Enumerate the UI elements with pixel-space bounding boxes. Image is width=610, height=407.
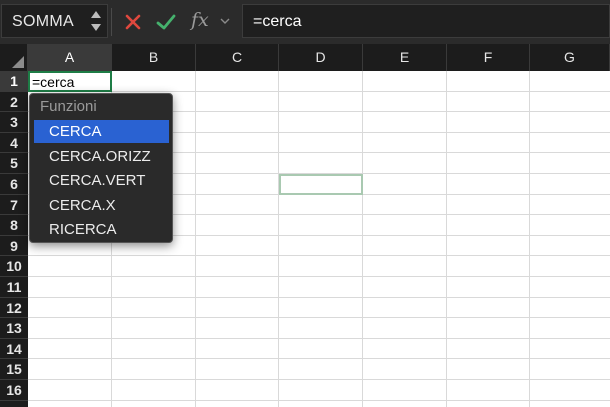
function-icon[interactable]: fx: [191, 9, 209, 31]
row-header-6[interactable]: 6: [0, 174, 28, 195]
row-header-12[interactable]: 12: [0, 297, 28, 319]
row-header-11[interactable]: 11: [0, 277, 28, 298]
row-header-1[interactable]: 1: [0, 71, 28, 92]
grid-row-line: [28, 276, 610, 277]
autocomplete-header: Funzioni: [40, 98, 97, 115]
autocomplete-item[interactable]: RICERCA: [34, 218, 169, 241]
name-box-value: SOMMA: [12, 13, 74, 30]
row-header-15[interactable]: 15: [0, 359, 28, 380]
close-icon[interactable]: [121, 10, 145, 34]
row-header-9[interactable]: 9: [0, 235, 28, 257]
row-header-10[interactable]: 10: [0, 256, 28, 277]
row-header-7[interactable]: 7: [0, 194, 28, 216]
grid-column-line: [195, 71, 196, 407]
function-autocomplete-popup: Funzioni CERCA CERCA.ORIZZ CERCA.VERT CERCA…: [29, 93, 173, 243]
grid-column-line: [446, 71, 447, 407]
column-header-f[interactable]: F: [447, 44, 530, 71]
autocomplete-item[interactable]: CERCA.X: [34, 194, 169, 217]
select-all-button[interactable]: [0, 44, 28, 71]
column-header-c[interactable]: C: [196, 44, 279, 71]
row-header-16[interactable]: 16: [0, 380, 28, 401]
row-header-8[interactable]: 8: [0, 215, 28, 236]
column-header-d[interactable]: D: [279, 44, 363, 71]
column-header-g[interactable]: G: [530, 44, 610, 71]
grid-row-line: [28, 317, 610, 319]
active-cell-value: =cerca: [32, 74, 75, 90]
name-box-stepper-icon[interactable]: [89, 8, 103, 34]
row-header-14[interactable]: 14: [0, 338, 28, 360]
grid-row-line: [28, 255, 610, 257]
formula-input[interactable]: =cerca: [242, 4, 610, 38]
row-header-5[interactable]: 5: [0, 153, 28, 174]
column-header-a[interactable]: A: [28, 44, 112, 71]
formula-input-value: =cerca: [253, 13, 302, 30]
row-header-3[interactable]: 3: [0, 112, 28, 133]
grid-column-line: [529, 71, 530, 407]
grid-row-line: [28, 90, 610, 92]
name-box[interactable]: SOMMA: [1, 4, 108, 38]
grid-column-line: [362, 71, 363, 407]
grid-row-line: [28, 399, 610, 401]
row-header-2[interactable]: 2: [0, 91, 28, 113]
autocomplete-item[interactable]: CERCA.ORIZZ: [34, 145, 169, 168]
chevron-down-icon[interactable]: [219, 15, 231, 27]
autocomplete-item[interactable]: CERCA: [34, 120, 169, 143]
row-header-13[interactable]: 13: [0, 318, 28, 339]
formula-bar: SOMMA fx =cerca: [0, 0, 610, 44]
grid-column-line: [278, 71, 279, 407]
autocomplete-item[interactable]: CERCA.VERT: [34, 169, 169, 192]
formula-bar-divider: [111, 8, 112, 36]
grid-row-line: [28, 337, 610, 339]
selected-cell-range[interactable]: [279, 174, 363, 195]
column-header-b[interactable]: B: [112, 44, 196, 71]
row-header-4[interactable]: 4: [0, 132, 28, 154]
checkmark-icon[interactable]: [154, 10, 178, 34]
grid-row-line: [28, 358, 610, 360]
grid-row-line: [28, 296, 610, 298]
active-cell[interactable]: =cerca: [28, 71, 112, 92]
grid-row-line: [28, 379, 610, 380]
column-header-e[interactable]: E: [363, 44, 447, 71]
